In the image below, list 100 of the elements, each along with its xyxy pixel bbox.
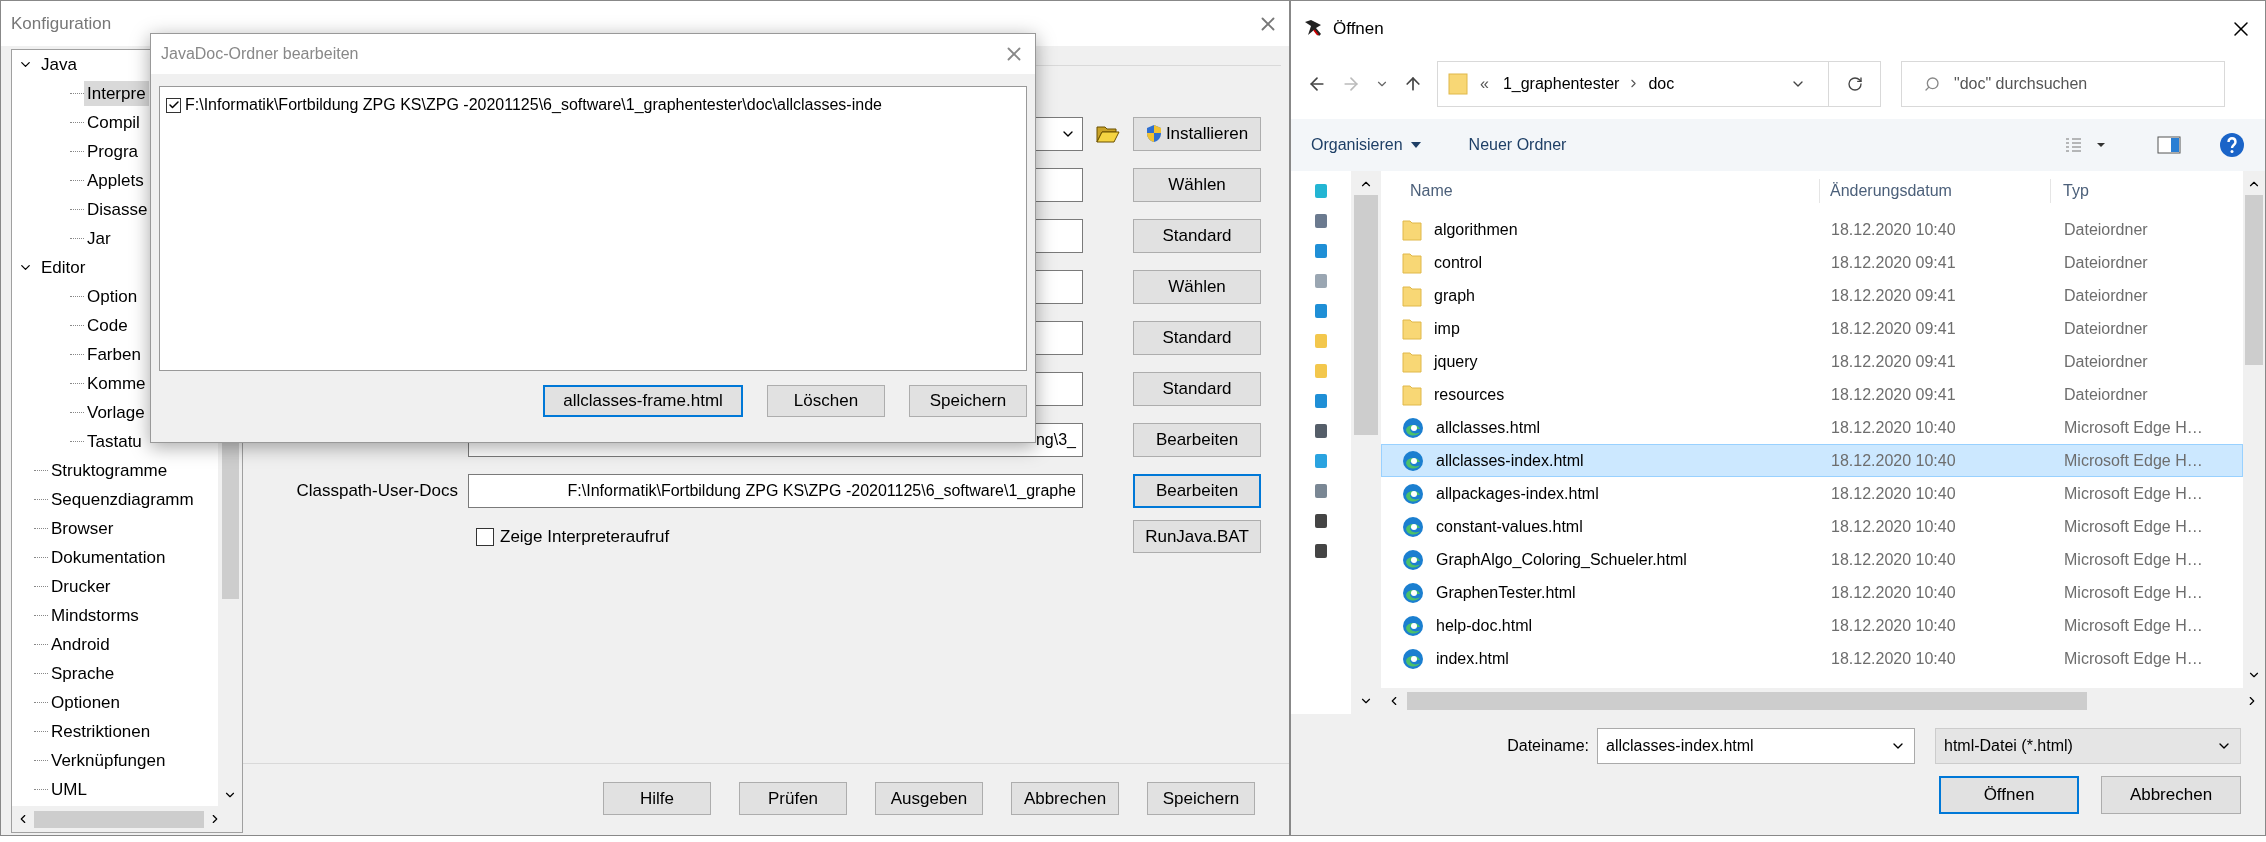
- push-button[interactable]: RunJava.BAT: [1133, 520, 1261, 553]
- file-row[interactable]: allclasses.html 18.12.2020 10:40 Microsoft Edge H…: [1381, 411, 2243, 444]
- organize-menu-button[interactable]: Organisieren: [1311, 133, 1421, 157]
- push-button[interactable]: allclasses-frame.html: [543, 385, 743, 417]
- browser-file-icon: [1402, 614, 1424, 637]
- column-header[interactable]: Name: [1381, 179, 1820, 203]
- address-overflow[interactable]: «: [1480, 71, 1489, 96]
- file-row[interactable]: GraphenTester.html 18.12.2020 10:40 Microsoft Edge H…: [1381, 576, 2243, 609]
- push-button[interactable]: Standard: [1133, 218, 1261, 253]
- file-row[interactable]: graph 18.12.2020 09:41 Dateiordner: [1381, 279, 2243, 312]
- field-value: html-Datei (*.html): [1944, 736, 2073, 756]
- checkbox[interactable]: [476, 527, 494, 546]
- push-button[interactable]: Ausgeben: [875, 782, 983, 815]
- breadcrumb-item[interactable]: doc: [1648, 71, 1675, 96]
- push-button[interactable]: Hilfe: [603, 782, 711, 815]
- tree-item[interactable]: Editor: [38, 254, 89, 281]
- preview-pane-icon[interactable]: [2157, 136, 2181, 154]
- file-row[interactable]: imp 18.12.2020 09:41 Dateiordner: [1381, 312, 2243, 345]
- nav-item-icon[interactable]: [1314, 423, 1328, 439]
- tree-item[interactable]: Vorlage: [84, 399, 148, 426]
- tree-item[interactable]: Progra: [84, 138, 142, 165]
- column-header[interactable]: Typ: [2051, 179, 2089, 203]
- file-type-combo-box[interactable]: html-Datei (*.html): [1935, 728, 2241, 764]
- tree-item[interactable]: Android: [48, 631, 113, 658]
- field-label: Dateiname:: [1507, 736, 1589, 756]
- breadcrumb-item[interactable]: 1_graphentester: [1502, 71, 1620, 96]
- tree-item[interactable]: Interpre: [84, 80, 149, 107]
- file-row[interactable]: resources 18.12.2020 09:41 Dateiordner: [1381, 378, 2243, 411]
- tree-item[interactable]: Farben: [84, 341, 144, 368]
- file-row[interactable]: constant-values.html 18.12.2020 10:40 Microsoft Edge H…: [1381, 510, 2243, 543]
- tree-item[interactable]: Applets: [84, 167, 147, 194]
- tree-item[interactable]: UML: [48, 776, 90, 803]
- window-title: Öffnen: [1333, 17, 1384, 40]
- scrollbar-thumb[interactable]: [34, 810, 204, 828]
- tree-item[interactable]: Struktogramme: [48, 457, 171, 484]
- tree-item[interactable]: Restriktionen: [48, 718, 154, 745]
- file-row[interactable]: control 18.12.2020 09:41 Dateiordner: [1381, 246, 2243, 279]
- file-name: GraphAlgo_Coloring_Schueler.html: [1436, 549, 1687, 570]
- push-button[interactable]: Wählen: [1133, 269, 1261, 304]
- tree-item[interactable]: Jar: [84, 225, 114, 252]
- file-row[interactable]: index.html 18.12.2020 10:40 Microsoft Edge H…: [1381, 642, 2243, 675]
- push-button[interactable]: Speichern: [1147, 782, 1255, 815]
- file-name: allpackages-index.html: [1436, 483, 1599, 504]
- file-row[interactable]: allpackages-index.html 18.12.2020 10:40 Microsoft Edge H…: [1381, 477, 2243, 510]
- push-button[interactable]: Installieren: [1133, 116, 1261, 151]
- push-button[interactable]: Öffnen: [1939, 776, 2079, 814]
- scrollbar-thumb[interactable]: [1407, 692, 2087, 710]
- push-button[interactable]: Wählen: [1133, 167, 1261, 202]
- push-button[interactable]: Bearbeiten: [1133, 473, 1261, 508]
- scrollbar[interactable]: [2243, 171, 2265, 688]
- tree-item[interactable]: Compil: [84, 109, 143, 136]
- tree-item[interactable]: Tastatu: [84, 428, 145, 455]
- folder-path[interactable]: F:\Informatik\Fortbildung ZPG KS\ZPG -20201125\6_software\1_graphentester\doc\allclasses-inde: [185, 93, 882, 117]
- new-folder-button[interactable]: Neuer Ordner: [1468, 133, 1567, 157]
- scrollbar-thumb[interactable]: [2245, 195, 2263, 365]
- file-row[interactable]: jquery 18.12.2020 09:41 Dateiordner: [1381, 345, 2243, 378]
- push-button[interactable]: Standard: [1133, 320, 1261, 355]
- tree-item[interactable]: Sequenzdiagramm: [48, 486, 197, 513]
- address-bar[interactable]: « 1_graphentester doc: [1437, 60, 1881, 107]
- push-button[interactable]: Prüfen: [739, 782, 847, 815]
- nav-item-icon[interactable]: [1314, 513, 1328, 529]
- tree-item[interactable]: Browser: [48, 515, 117, 542]
- tree-item[interactable]: Disasse: [84, 196, 151, 223]
- scrollbar[interactable]: [12, 806, 242, 832]
- push-button[interactable]: Speichern: [909, 385, 1027, 417]
- tree-item[interactable]: Drucker: [48, 573, 114, 600]
- checkbox[interactable]: [166, 97, 181, 113]
- help-icon[interactable]: [2219, 132, 2245, 158]
- file-type: Dateiordner: [2063, 219, 2148, 240]
- tree-item[interactable]: Java: [38, 51, 80, 78]
- file-row[interactable]: algorithmen 18.12.2020 10:40 Dateiordner: [1381, 213, 2243, 246]
- search-input[interactable]: "doc" durchsuchen: [1954, 71, 2202, 96]
- search-field[interactable]: "doc" durchsuchen: [1901, 60, 2225, 107]
- tree-item[interactable]: Code: [84, 312, 131, 339]
- open-folder-icon[interactable]: [1096, 123, 1120, 144]
- tree-item[interactable]: Sprache: [48, 660, 118, 687]
- nav-item-icon[interactable]: [1314, 543, 1328, 559]
- scrollbar-thumb[interactable]: [1354, 195, 1378, 435]
- tree-item[interactable]: Option: [84, 283, 141, 310]
- file-type: Dateiordner: [2063, 384, 2148, 405]
- push-button[interactable]: Standard: [1133, 371, 1261, 406]
- filename-combo-box[interactable]: allclasses-index.html: [1597, 728, 1915, 764]
- tree-item[interactable]: Komme: [84, 370, 149, 397]
- tree-item[interactable]: Optionen: [48, 689, 123, 716]
- file-date: 18.12.2020 09:41: [1830, 351, 1957, 372]
- file-row[interactable]: help-doc.html 18.12.2020 10:40 Microsoft Edge H…: [1381, 609, 2243, 642]
- tree-item[interactable]: Mindstorms: [48, 602, 142, 629]
- nav-item-icon[interactable]: [1314, 213, 1328, 229]
- column-header[interactable]: Änderungsdatum: [1820, 179, 2051, 203]
- tree-item[interactable]: Dokumentation: [48, 544, 169, 571]
- file-row[interactable]: allclasses-index.html 18.12.2020 10:40 Microsoft Edge H…: [1381, 444, 2243, 477]
- tree-item[interactable]: Verknüpfungen: [48, 747, 169, 774]
- text-field[interactable]: F:\Informatik\Fortbildung ZPG KS\ZPG -20201125\6_software\1_graphe: [468, 473, 1083, 508]
- push-button[interactable]: Abbrechen: [2101, 776, 2241, 814]
- file-row[interactable]: GraphAlgo_Coloring_Schueler.html 18.12.2020 10:40 Microsoft Edge H…: [1381, 543, 2243, 576]
- push-button[interactable]: Bearbeiten: [1133, 422, 1261, 457]
- push-button[interactable]: Löschen: [767, 385, 885, 417]
- push-button[interactable]: Abbrechen: [1011, 782, 1119, 815]
- browser-file-icon: [1402, 548, 1424, 571]
- scrollbar[interactable]: [1351, 171, 1381, 714]
